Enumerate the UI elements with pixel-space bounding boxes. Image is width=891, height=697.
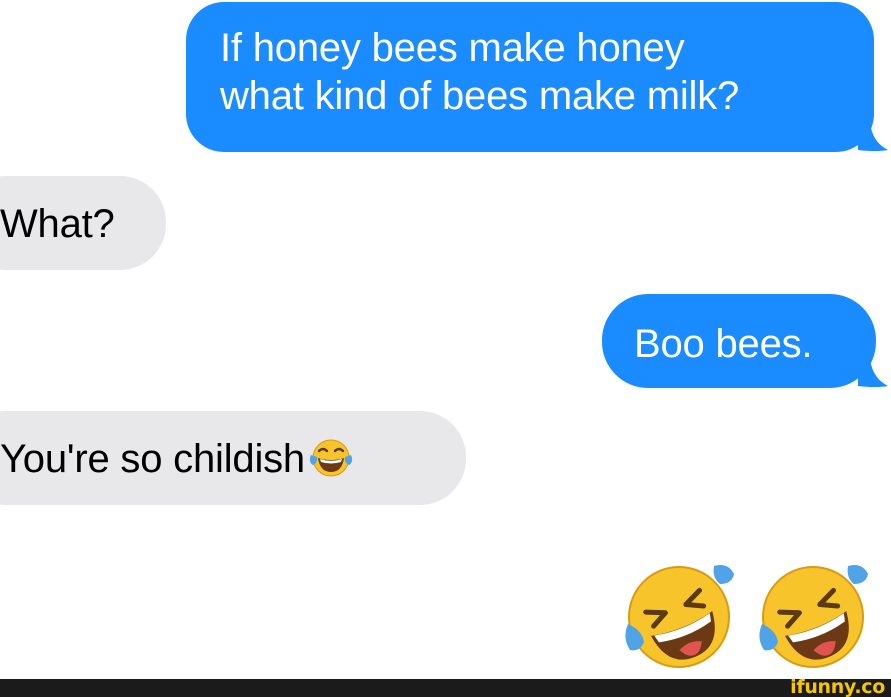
footer-bar: ifunny.co: [0, 676, 891, 697]
bubble-tail: [858, 358, 888, 387]
rolling-on-floor-laughing-icon: [759, 565, 868, 668]
message-text-line: what kind of bees make milk?: [220, 74, 740, 118]
received-message-bubble[interactable]: You're so childish: [0, 411, 466, 505]
sent-message-bubble[interactable]: Boo bees.: [602, 294, 876, 388]
message-text: Boo bees.: [634, 322, 813, 366]
message-text-line: If honey bees make honey: [220, 26, 685, 70]
rolling-on-floor-laughing-icon: [625, 565, 734, 668]
face-with-tears-of-joy-icon: [309, 439, 353, 477]
message-text: You're so childish: [0, 437, 305, 481]
sent-message-bubble[interactable]: If honey bees make honey what kind of be…: [186, 2, 874, 152]
message-text: What?: [0, 202, 115, 246]
message-thread: If honey bees make honey what kind of be…: [0, 0, 891, 697]
bubble-tail: [858, 122, 888, 151]
watermark-logo: ifunny.co: [790, 676, 885, 697]
received-message-bubble[interactable]: What?: [0, 176, 166, 270]
